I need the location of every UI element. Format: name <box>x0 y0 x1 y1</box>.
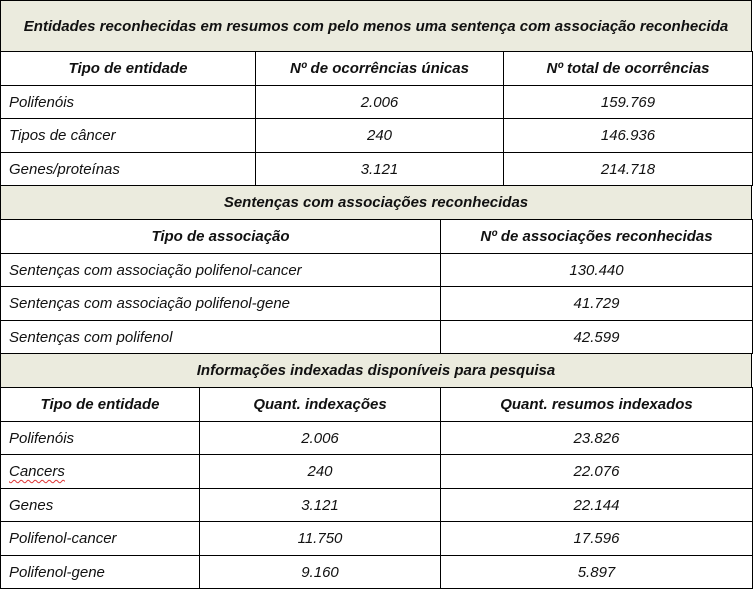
cell-indexes: 240 <box>199 454 441 489</box>
cell-indexes: 9.160 <box>199 555 441 589</box>
cell-abstracts: 22.076 <box>440 454 753 489</box>
cell-count: 42.599 <box>440 320 753 354</box>
section2-title-text: Sentenças com associações reconhecidas <box>223 194 529 211</box>
section2-header-type: Tipo de associação <box>0 219 441 254</box>
section1-title: Entidades reconhecidas em resumos com pe… <box>0 0 752 51</box>
section1-header-entity: Tipo de entidade <box>0 51 256 86</box>
cell-entity: Genes <box>0 488 200 522</box>
section2-header-row: Tipo de associação Nº de associações rec… <box>0 219 753 254</box>
section2-table: Tipo de associação Nº de associações rec… <box>0 219 753 354</box>
cell-indexes: 3.121 <box>199 488 441 522</box>
section3-header-row: Tipo de entidade Quant. indexações Quant… <box>0 387 753 422</box>
cell-entity: Polifenol-cancer <box>0 521 200 556</box>
table-row: Polifenóis 2.006 23.826 <box>0 421 753 455</box>
cell-total: 159.769 <box>503 85 753 119</box>
section1-header-total: Nº total de ocorrências <box>503 51 753 86</box>
cell-total: 214.718 <box>503 152 753 186</box>
cell-association: Sentenças com associação polifenol-cance… <box>0 253 441 287</box>
cell-abstracts: 22.144 <box>440 488 753 522</box>
cell-count: 130.440 <box>440 253 753 287</box>
cell-entity: Cancers <box>0 454 200 489</box>
section3-table: Tipo de entidade Quant. indexações Quant… <box>0 387 753 589</box>
cell-abstracts: 5.897 <box>440 555 753 589</box>
cell-abstracts: 17.596 <box>440 521 753 556</box>
cell-entity: Polifenóis <box>0 85 256 119</box>
cell-unique: 2.006 <box>255 85 504 119</box>
section3-title-text: Informações indexadas disponíveis para p… <box>196 362 556 379</box>
cell-unique: 3.121 <box>255 152 504 186</box>
section1-header-row: Tipo de entidade Nº de ocorrências única… <box>0 51 753 86</box>
section3-header-abstracts: Quant. resumos indexados <box>440 387 753 422</box>
section3-header-entity: Tipo de entidade <box>0 387 200 422</box>
cell-indexes: 11.750 <box>199 521 441 556</box>
table-row: Tipos de câncer 240 146.936 <box>0 118 753 153</box>
cell-entity: Genes/proteínas <box>0 152 256 186</box>
cell-association: Sentenças com polifenol <box>0 320 441 354</box>
table-row: Polifenol-gene 9.160 5.897 <box>0 555 753 589</box>
table-row: Polifenóis 2.006 159.769 <box>0 85 753 119</box>
cell-count: 41.729 <box>440 286 753 321</box>
section1-table: Tipo de entidade Nº de ocorrências única… <box>0 51 753 186</box>
table-row: Genes 3.121 22.144 <box>0 488 753 522</box>
section1-title-text: Entidades reconhecidas em resumos com pe… <box>23 17 729 35</box>
table-row: Genes/proteínas 3.121 214.718 <box>0 152 753 186</box>
cell-unique: 240 <box>255 118 504 153</box>
table-row: Sentenças com associação polifenol-gene … <box>0 286 753 321</box>
cell-entity: Tipos de câncer <box>0 118 256 153</box>
section1-header-unique: Nº de ocorrências únicas <box>255 51 504 86</box>
cell-association: Sentenças com associação polifenol-gene <box>0 286 441 321</box>
cell-total: 146.936 <box>503 118 753 153</box>
cell-indexes: 2.006 <box>199 421 441 455</box>
table-row: Sentenças com polifenol 42.599 <box>0 320 753 354</box>
section2-header-count: Nº de associações reconhecidas <box>440 219 753 254</box>
cell-entity: Polifenol-gene <box>0 555 200 589</box>
cell-abstracts: 23.826 <box>440 421 753 455</box>
section2-title: Sentenças com associações reconhecidas <box>0 185 752 219</box>
cell-association-text: Sentenças com associação polifenol-cance… <box>9 261 302 279</box>
section3-header-indexes: Quant. indexações <box>199 387 441 422</box>
cell-entity-text: Cancers <box>9 463 65 480</box>
cell-entity: Polifenóis <box>0 421 200 455</box>
table-row: Cancers 240 22.076 <box>0 454 753 489</box>
table-row: Polifenol-cancer 11.750 17.596 <box>0 521 753 556</box>
section3-title: Informações indexadas disponíveis para p… <box>0 353 752 387</box>
table-row: Sentenças com associação polifenol-cance… <box>0 253 753 287</box>
